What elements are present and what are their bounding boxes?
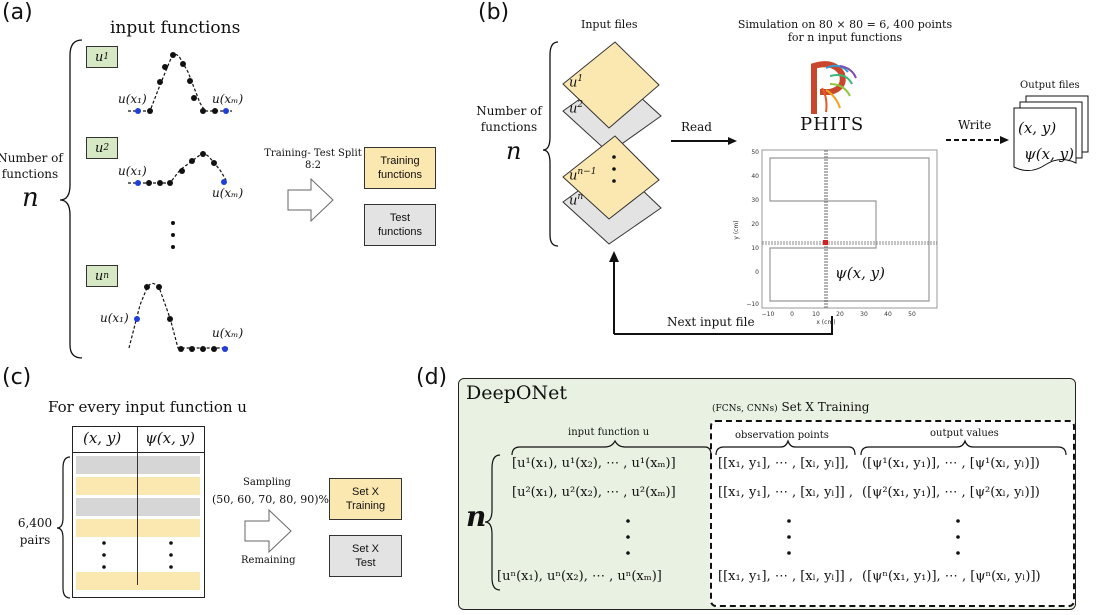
row-n-input: [uⁿ(x₁), uⁿ(x₂), ⋯ , uⁿ(xₘ)] (497, 569, 662, 584)
row-2-out: ([ψ²(x₁, y₁)], ⋯ , [ψ²(xₗ, yₗ)]) (862, 485, 1040, 500)
vdots-d (626, 519, 960, 555)
row-1-out: ([ψ¹(x₁, y₁)], ⋯ , [ψ¹(xₗ, yₗ)]) (862, 456, 1040, 471)
row-1-input: [u¹(x₁), u¹(x₂), ⋯ , u¹(xₘ)] (512, 456, 676, 471)
row-n-obs: [[x₁, y₁], ⋯ , [xₗ, yₗ]] , (718, 569, 853, 584)
row-2-obs: [[x₁, y₁], ⋯ , [xₗ, yₗ]] , (718, 485, 853, 500)
overbraces (484, 439, 1067, 591)
row-n-out: ([ψⁿ(x₁, y₁)], ⋯ , [ψⁿ(xₗ, yₗ)]) (862, 569, 1041, 584)
row-1-obs: [[x₁, y₁], ⋯ , [xₗ, yₗ]], (718, 456, 849, 471)
row-2-input: [u²(x₁), u²(x₂), ⋯ , u²(xₘ)] (512, 485, 676, 500)
n-symbol-d: n (466, 500, 487, 533)
